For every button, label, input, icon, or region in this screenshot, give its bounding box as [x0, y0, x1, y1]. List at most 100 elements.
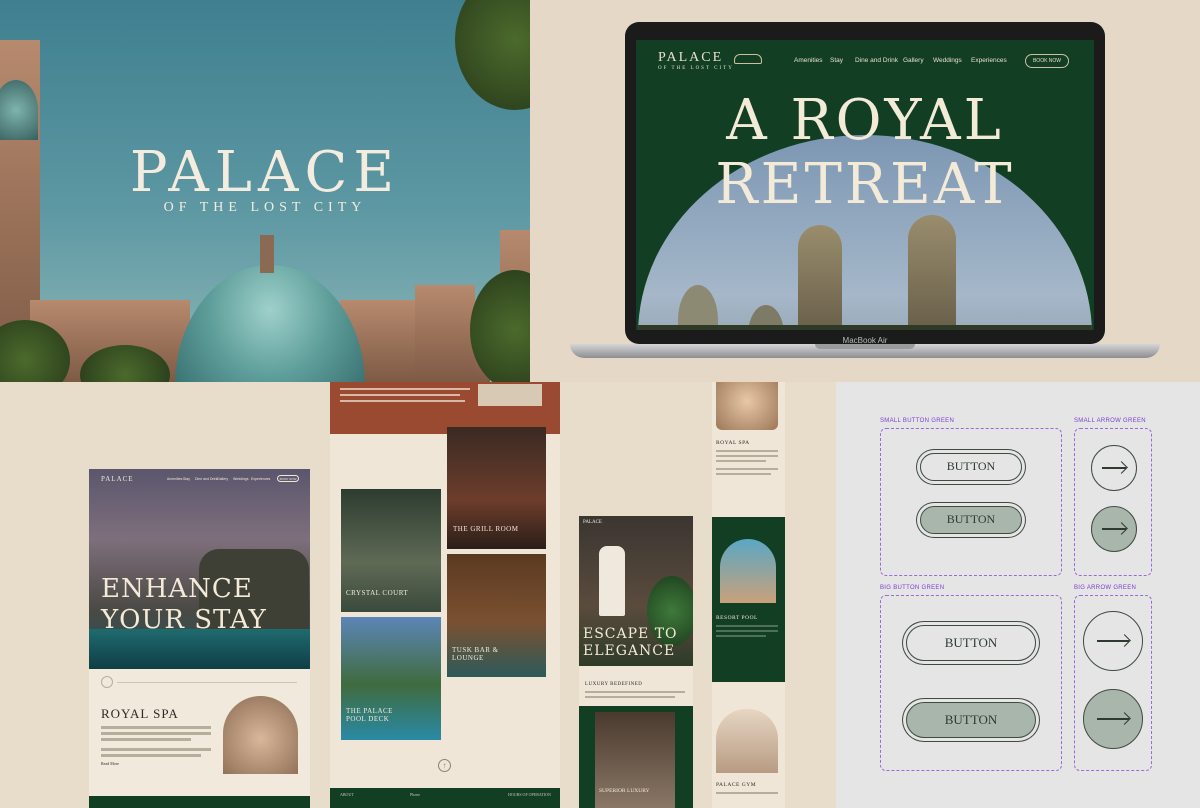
small-button-green-label: SMALL BUTTON GREEN: [880, 418, 955, 424]
pool-deck-caption: THE PALACE POOL DECK: [346, 707, 393, 723]
strip-gym-title: PALACE GYM: [716, 782, 757, 788]
room-image[interactable]: SUPERIOR LUXURY: [595, 712, 675, 808]
key-icon: [734, 54, 762, 64]
strip-text-line: [716, 792, 778, 794]
enhance-nav-experiences[interactable]: Experiences: [251, 477, 270, 481]
tower-1: [798, 225, 842, 330]
dine-text-line: [340, 400, 465, 402]
small-button-outline[interactable]: BUTTON: [920, 453, 1022, 481]
spa-text-line: [101, 754, 201, 757]
strip-spa-title: ROYAL SPA: [716, 440, 750, 446]
escape-logo[interactable]: PALACE: [583, 520, 602, 525]
escape-mobile-mockup: PALACE ESCAPE TO ELEGANCE LUXURY REDEFIN…: [579, 516, 693, 808]
escape-text-line: [585, 696, 675, 698]
footer-about[interactable]: ABOUT: [340, 792, 354, 797]
nav-stay[interactable]: Stay: [830, 57, 843, 64]
big-arrow-green-label: BIG ARROW GREEN: [1074, 585, 1137, 591]
small-button-frame: [880, 428, 1062, 576]
divider: [117, 682, 297, 683]
big-arrow-filled[interactable]: [1083, 689, 1143, 749]
nav-weddings[interactable]: Weddings: [933, 57, 962, 64]
spa-mobile-strip: ROYAL SPA RESORT POOL PALACE GYM: [712, 382, 785, 808]
small-button-filled[interactable]: BUTTON: [920, 506, 1022, 534]
scroll-up-icon[interactable]: ↑: [438, 759, 451, 772]
spa-arch-image: [223, 696, 298, 774]
hero-title: PALACE: [129, 140, 401, 205]
small-arrow-filled[interactable]: [1091, 506, 1137, 552]
grill-room-caption: THE GRILL ROOM: [453, 525, 519, 533]
laptop-screen: PALACE OF THE LOST CITY Amenities Stay D…: [636, 40, 1094, 330]
spa-text-line: [101, 726, 211, 729]
tree-top-right: [455, 0, 530, 110]
small-arrow-outline[interactable]: [1091, 445, 1137, 491]
strip-pool-section: RESORT POOL: [712, 517, 785, 682]
big-button-filled[interactable]: BUTTON: [906, 702, 1036, 738]
strip-text-line: [716, 635, 766, 637]
crystal-court-caption: CRYSTAL COURT: [346, 589, 409, 597]
pool-deck-image[interactable]: THE PALACE POOL DECK: [341, 617, 441, 740]
spa-text-line: [101, 748, 211, 751]
tower-2: [908, 215, 956, 330]
palace-tower-right: [415, 285, 475, 382]
escape-headline-2: ELEGANCE: [583, 643, 676, 659]
arrow-right-icon: [1102, 528, 1126, 530]
ground: [638, 325, 1092, 330]
strip-text-line: [716, 625, 778, 627]
arrow-right-icon: [1097, 640, 1129, 642]
button-components-panel: SMALL BUTTON GREEN BUTTON BUTTON SMALL A…: [836, 382, 1200, 808]
tusk-bar-image[interactable]: TUSK BAR & LOUNGE: [447, 554, 546, 677]
spa-title: ROYAL SPA: [101, 706, 179, 721]
small-arrow-green-label: SMALL ARROW GREEN: [1074, 418, 1146, 424]
big-button-green-label: BIG BUTTON GREEN: [880, 585, 945, 591]
headline-line-1: A ROYAL: [726, 88, 1004, 153]
grill-room-image[interactable]: THE GRILL ROOM: [447, 427, 546, 549]
enhance-nav-dine[interactable]: Dine and Drink: [195, 477, 218, 481]
nav-experiences[interactable]: Experiences: [971, 57, 1007, 64]
footer-hours: HOURS OF OPERATION: [508, 792, 551, 797]
nav-dine[interactable]: Dine and Drink: [855, 57, 898, 64]
book-now-button[interactable]: BOOK NOW: [1025, 54, 1069, 68]
spa-text-line: [101, 732, 211, 735]
escape-headline-1: ESCAPE TO: [583, 626, 678, 642]
tree-bottom-right: [470, 270, 530, 382]
strip-text-line: [716, 473, 771, 475]
arrow-right-icon: [1097, 718, 1129, 720]
tusk-bar-caption: TUSK BAR & LOUNGE: [452, 646, 499, 662]
enhance-logo[interactable]: PALACE: [101, 475, 134, 483]
enhance-book-button[interactable]: BOOK NOW: [277, 475, 299, 482]
drink-image: [478, 384, 542, 406]
room-caption: SUPERIOR LUXURY: [599, 788, 650, 794]
strip-text-line: [716, 630, 778, 632]
nav-gallery[interactable]: Gallery: [903, 57, 924, 64]
enhance-headline-1: ENHANCE: [101, 574, 253, 604]
enhance-nav-amenities[interactable]: Amenities: [167, 477, 182, 481]
nav-amenities[interactable]: Amenities: [794, 57, 823, 64]
strip-text-line: [716, 460, 766, 462]
enhance-headline-2: YOUR STAY: [101, 605, 267, 635]
dine-text-line: [340, 394, 460, 396]
left-tower-dome: [0, 80, 38, 140]
spa-massage-image: [716, 382, 778, 430]
enhance-nav-gallery[interactable]: Gallery: [217, 477, 228, 481]
strip-text-line: [716, 450, 778, 452]
enhance-nav-weddings[interactable]: Weddings: [233, 477, 249, 481]
spa-text-line: [101, 738, 191, 741]
strip-text-line: [716, 455, 778, 457]
luxury-redefined-title: LUXURY REDEFINED: [585, 682, 643, 687]
spa-read-more-link[interactable]: Read More: [101, 761, 119, 766]
big-arrow-outline[interactable]: [1083, 611, 1143, 671]
escape-text-line: [585, 691, 685, 693]
hero-subtitle: OF THE LOST CITY: [163, 200, 367, 215]
pool-water: [89, 629, 310, 669]
dine-footer: ABOUT Phone HOURS OF OPERATION: [330, 788, 560, 808]
enhance-nav-stay[interactable]: Stay: [183, 477, 190, 481]
strip-pool-title: RESORT POOL: [716, 615, 758, 621]
big-button-outline[interactable]: BUTTON: [906, 625, 1036, 661]
screen-logo[interactable]: PALACE: [658, 50, 723, 66]
crystal-court-image[interactable]: CRYSTAL COURT: [341, 489, 441, 612]
palace-dome: [175, 265, 365, 382]
door-hanger: [599, 546, 625, 616]
headline-line-2: RETREAT: [715, 152, 1015, 217]
ornament-icon: [101, 676, 113, 688]
gym-arch-image: [716, 709, 778, 773]
